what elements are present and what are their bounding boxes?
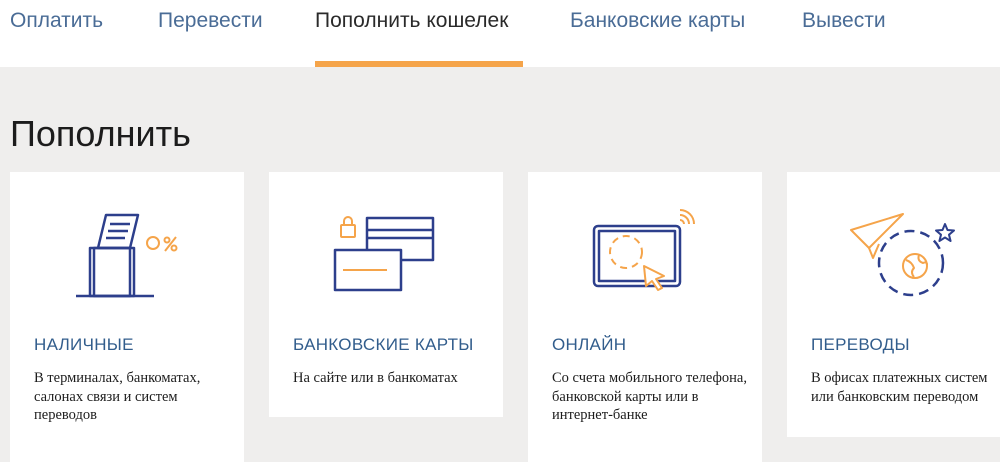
card-transfers[interactable]: ПЕРЕВОДЫ В офисах платежных систем или б… [787,172,1000,437]
card-description: Со счета мобильного телефона, банковской… [552,370,747,423]
tab-top-up-wallet[interactable]: Пополнить кошелек [315,9,508,33]
card-cash[interactable]: НАЛИЧНЫЕ В терминалах, банкоматах, салон… [10,172,244,462]
top-navigation: Оплатить Перевести Пополнить кошелек Бан… [0,0,1000,67]
card-bank-cards[interactable]: БАНКОВСКИЕ КАРТЫ На сайте или в банкомат… [269,172,503,417]
card-title: БАНКОВСКИЕ КАРТЫ [293,335,474,354]
tab-pay[interactable]: Оплатить [10,9,103,33]
card-title: ОНЛАЙН [552,335,627,354]
card-title: НАЛИЧНЫЕ [34,335,134,354]
terminal-icon [10,200,244,310]
online-tablet-icon [528,200,762,310]
tab-transfer[interactable]: Перевести [158,9,263,33]
card-title: ПЕРЕВОДЫ [811,335,910,354]
card-description: В офисах платежных систем или банковским… [811,370,988,405]
card-online[interactable]: ОНЛАЙН Со счета мобильного телефона, бан… [528,172,762,462]
card-description: В терминалах, банкоматах, салонах связи … [34,370,201,423]
tab-bank-cards[interactable]: Банковские карты [570,9,745,33]
tab-withdraw[interactable]: Вывести [802,9,886,33]
paper-plane-globe-icon [787,200,1000,310]
bank-cards-icon [269,200,503,310]
page-title: Пополнить [10,113,191,154]
card-description: На сайте или в банкоматах [293,370,458,386]
active-tab-indicator [315,61,523,67]
